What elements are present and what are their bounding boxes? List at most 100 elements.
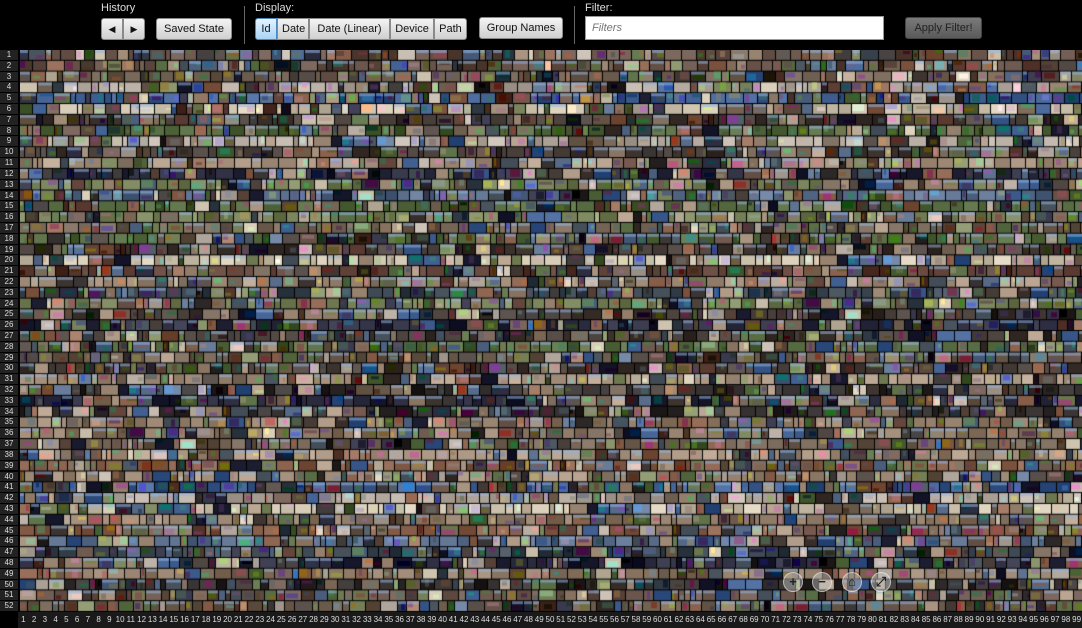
display-label: Display: — [255, 2, 295, 14]
row-label: 10 — [0, 147, 18, 158]
column-label: 58 — [631, 615, 641, 624]
column-label: 8 — [96, 615, 101, 624]
saved-state-button[interactable]: Saved State — [156, 18, 232, 40]
column-label: 55 — [599, 615, 609, 624]
row-label: 38 — [0, 449, 18, 460]
row-label: 45 — [0, 525, 18, 536]
row-label: 18 — [0, 233, 18, 244]
column-label: 19 — [212, 615, 222, 624]
column-label: 32 — [352, 615, 361, 624]
column-label: 95 — [1029, 615, 1039, 624]
row-label: 25 — [0, 309, 18, 320]
history-forward-button[interactable]: ▶ — [123, 18, 145, 40]
column-label: 10 — [115, 615, 125, 624]
column-label: 61 — [663, 615, 673, 624]
column-label: 84 — [910, 615, 920, 624]
row-label: 52 — [0, 601, 18, 611]
column-label: 88 — [953, 615, 963, 624]
row-label: 3 — [0, 71, 18, 82]
filter-input[interactable] — [585, 16, 884, 40]
row-label: 37 — [0, 439, 18, 449]
toolbar: History ◀ ▶ Saved State Display: Id Date… — [0, 0, 1082, 48]
column-label: 20 — [223, 615, 232, 624]
row-label: 19 — [0, 244, 18, 255]
column-label: 74 — [803, 615, 813, 624]
home-button[interactable]: ⌂ — [842, 572, 862, 592]
column-label: 86 — [932, 615, 942, 624]
column-label: 30 — [330, 615, 340, 624]
row-label: 46 — [0, 536, 18, 547]
row-label: 12 — [0, 168, 18, 179]
column-label: 62 — [674, 615, 684, 624]
column-label: 46 — [502, 615, 512, 624]
row-label: 35 — [0, 417, 18, 428]
column-label: 98 — [1061, 615, 1071, 624]
row-label: 42 — [0, 493, 18, 503]
column-label: 63 — [685, 615, 695, 624]
group-names-button[interactable]: Group Names — [479, 17, 563, 39]
column-label: 16 — [180, 615, 190, 624]
arrow-left-icon: ◀ — [108, 24, 116, 34]
column-label: 34 — [373, 615, 383, 624]
column-label: 14 — [158, 615, 168, 624]
column-label: 48 — [524, 615, 533, 624]
column-label: 77 — [835, 615, 845, 624]
column-label: 51 — [556, 615, 566, 624]
row-label: 48 — [0, 557, 18, 568]
row-label: 34 — [0, 406, 18, 417]
column-label: 66 — [717, 615, 727, 624]
column-label: 76 — [824, 615, 834, 624]
column-label: 59 — [642, 615, 652, 624]
column-label: 24 — [266, 615, 275, 624]
column-label: 57 — [620, 615, 630, 624]
column-label: 80 — [867, 615, 877, 624]
display-option-path[interactable]: Path — [434, 18, 467, 40]
row-label: 5 — [0, 93, 18, 104]
fullscreen-button[interactable]: ⤢ — [871, 572, 891, 592]
column-label: 5 — [64, 615, 69, 624]
display-option-id[interactable]: Id — [255, 18, 277, 40]
column-label: 25 — [276, 615, 286, 624]
display-option-device[interactable]: Device — [390, 18, 434, 40]
row-label: 43 — [0, 503, 18, 514]
row-label: 40 — [0, 471, 18, 482]
display-option-date-linear[interactable]: Date (Linear) — [309, 18, 390, 40]
photo-mosaic-grid[interactable] — [20, 50, 1082, 612]
column-label: 9 — [107, 615, 112, 624]
column-label: 27 — [298, 615, 308, 624]
column-label: 15 — [169, 615, 179, 624]
display-option-date[interactable]: Date — [277, 18, 309, 40]
column-label: 50 — [545, 615, 555, 624]
plus-icon: + — [789, 574, 797, 589]
row-label: 2 — [0, 60, 18, 71]
column-label: 33 — [362, 615, 372, 624]
column-label: 23 — [255, 615, 265, 624]
row-label: 22 — [0, 276, 18, 287]
column-label: 91 — [986, 615, 996, 624]
column-label: 2 — [31, 615, 37, 624]
column-label: 94 — [1018, 615, 1028, 624]
row-label: 6 — [0, 104, 18, 114]
column-label: 87 — [943, 615, 953, 624]
column-label: 99 — [1072, 615, 1082, 624]
history-back-button[interactable]: ◀ — [101, 18, 123, 40]
filter-label: Filter: — [585, 2, 613, 14]
zoom-in-button[interactable]: + — [783, 572, 803, 592]
row-label: 47 — [0, 547, 18, 557]
column-label: 56 — [610, 615, 619, 624]
row-label: 16 — [0, 212, 18, 222]
column-label: 82 — [889, 615, 899, 624]
row-label: 51 — [0, 590, 18, 601]
row-label: 31 — [0, 374, 18, 385]
column-label: 3 — [42, 615, 48, 624]
row-label: 14 — [0, 190, 18, 201]
zoom-out-button[interactable]: − — [812, 572, 832, 592]
row-label: 50 — [0, 579, 18, 590]
column-label: 12 — [137, 615, 147, 624]
apply-filter-button[interactable]: Apply Filter! — [905, 17, 982, 39]
column-label: 71 — [771, 615, 781, 624]
fullscreen-icon: ⤢ — [875, 574, 887, 589]
minus-icon: − — [818, 574, 826, 589]
column-label: 37 — [405, 615, 415, 624]
column-label: 41 — [448, 615, 458, 624]
